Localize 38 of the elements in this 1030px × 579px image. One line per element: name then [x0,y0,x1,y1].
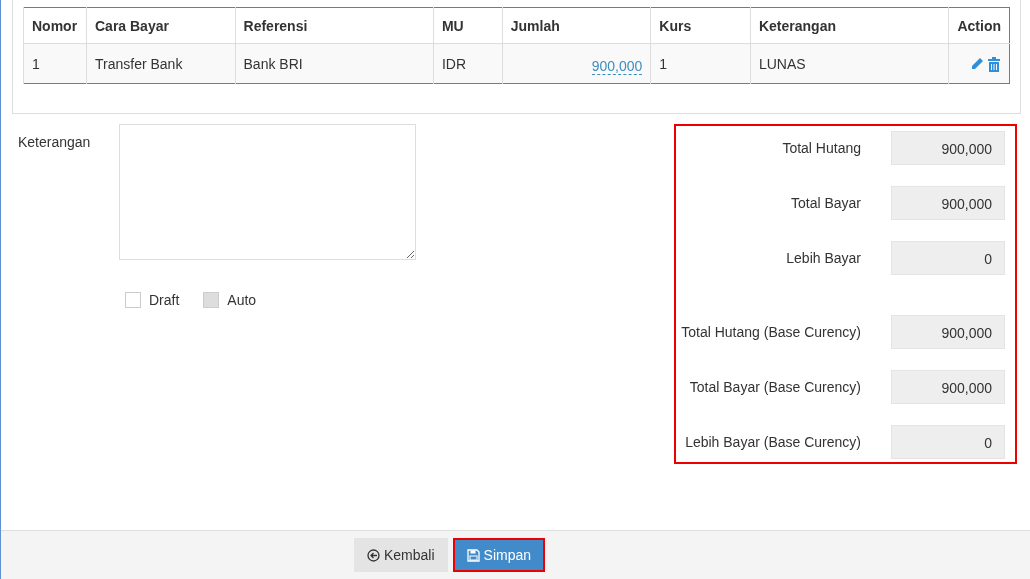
table-cell: LUNAS [750,43,949,84]
editable-amount[interactable]: 900,000 [591,52,643,75]
readonly-field: 900,000 [891,315,1005,349]
field-label: Lebih Bayar (Base Curency) [685,434,861,450]
field-label: Total Hutang (Base Curency) [681,324,861,340]
save-icon [466,548,480,562]
table-cell: Bank BRI [235,43,434,84]
column-header: MU [433,7,503,44]
table-cell: 1 [23,43,87,84]
checkbox[interactable] [125,292,141,308]
field-label: Total Bayar (Base Curency) [689,379,861,395]
back-button[interactable]: Kembali [354,538,448,572]
readonly-field: 900,000 [891,131,1005,165]
table-cell: Transfer Bank [86,43,236,84]
edit-icon[interactable] [970,57,984,72]
column-header: Jumlah [502,7,651,44]
column-header: Kurs [650,7,751,44]
readonly-field: 900,000 [891,370,1005,404]
trash-icon[interactable] [987,56,1001,72]
field-label: Lebih Bayar [786,250,861,266]
column-header: Nomor [23,7,87,44]
save-button[interactable]: Simpan [452,538,546,572]
table-cell: 1 [650,43,751,84]
column-header: Action [948,7,1010,44]
table-cell: IDR [433,43,503,84]
field-label: Total Hutang [782,140,861,156]
column-header: Cara Bayar [86,7,236,44]
field-label: Total Bayar [790,195,861,211]
notes-field[interactable] [119,124,417,260]
readonly-field: 900,000 [891,186,1005,220]
readonly-field: 0 [891,241,1005,275]
readonly-field: 0 [891,425,1005,459]
column-header: Keterangan [750,7,949,44]
back-arrow-icon [367,548,380,562]
column-header: Referensi [235,7,434,44]
field-label: Keterangan [18,133,91,152]
checkbox-label: Draft [149,292,180,308]
checkbox-label: Auto [227,292,257,308]
